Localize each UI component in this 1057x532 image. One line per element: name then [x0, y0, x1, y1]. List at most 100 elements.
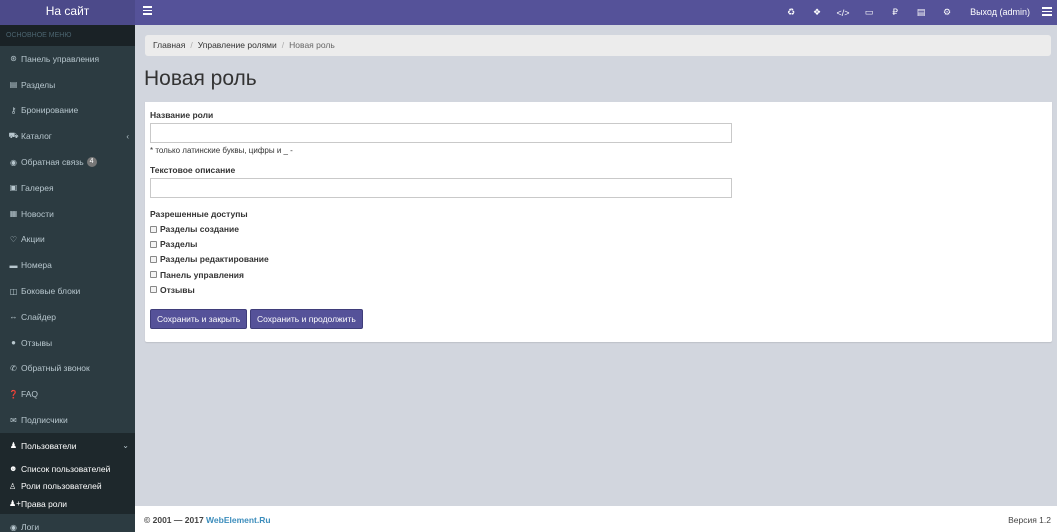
newspaper-icon: ▦ — [9, 209, 18, 219]
monitor-icon[interactable]: ▭ — [858, 0, 880, 25]
file-icon[interactable]: ▤ — [910, 0, 932, 25]
sidebar-item[interactable]: ◉ Обратная связь 4 — [0, 149, 135, 175]
sidebar-subitem[interactable]: ♟+ Права роли — [0, 495, 135, 513]
sidebar-toggle-icon[interactable] — [143, 6, 152, 16]
chevron-icon: ‹ — [126, 131, 129, 141]
role-name-input[interactable] — [150, 123, 732, 143]
save-close-button[interactable]: Сохранить и закрыть — [150, 309, 248, 329]
user-secret-icon: ♙ — [9, 481, 17, 491]
sidebar-item-label: Пользователи — [21, 440, 77, 451]
sidebar-item[interactable]: ♡ Акции — [0, 227, 135, 253]
sidebar-subitem[interactable]: ♙ Роли пользователей — [0, 477, 135, 495]
sidebar-item[interactable]: ▣ Галерея — [0, 175, 135, 201]
sidebar-item[interactable]: ▬ Номера — [0, 252, 135, 278]
sidebar-item-label: Обратный звонок — [21, 363, 90, 374]
sidebar-header: ОСНОВНОЕ МЕНЮ — [0, 25, 135, 46]
sidebar-item[interactable]: ✆ Обратный звонок — [0, 356, 135, 382]
role-name-hint: * только латинские буквы, цифры и _ - — [150, 146, 293, 155]
top-navbar: На сайт ♻ ❖ </> ▭ ₽ ▤ ⚙ Выход (admin) — [0, 0, 1057, 25]
permission-checkbox-row[interactable]: Разделы — [150, 239, 197, 249]
sidebar-subitem[interactable]: ☻ Список пользователей — [0, 460, 135, 478]
sidebar-item-label: Разделы — [21, 79, 56, 90]
user-icon: ♟ — [9, 441, 18, 451]
permission-label: Разделы создание — [160, 224, 239, 234]
sidebar-item[interactable]: ◉ Логи — [0, 514, 135, 532]
blocks-icon: ◫ — [9, 286, 18, 296]
role-form: Название роли * только латинские буквы, … — [145, 100, 1052, 342]
sidebar-item[interactable]: ◫ Боковые блоки — [0, 278, 135, 304]
sidebar-submenu: ☻ Список пользователей ♙ Роли пользователей… — [0, 458, 135, 515]
sidebar-item-label: Боковые блоки — [21, 286, 81, 297]
comments-icon: ◉ — [10, 157, 17, 167]
sidebar-item[interactable]: ▦ Новости — [0, 201, 135, 227]
sidebar-item[interactable]: ▤ Разделы — [0, 72, 135, 98]
sidebar-item-label: Панель управления — [21, 53, 100, 64]
footer: © 2001 — 2017 WebElement.Ru Версия 1.2 — [135, 505, 1057, 532]
phone-icon: ✆ — [10, 363, 17, 373]
description-input[interactable] — [150, 178, 732, 198]
sidebar-subitem-label: Права роли — [21, 498, 68, 509]
sidebar-item[interactable]: ↔ Слайдер — [0, 304, 135, 330]
sidebar-item-label: Слайдер — [21, 311, 56, 322]
permission-checkbox-row[interactable]: Отзывы — [150, 285, 195, 295]
site-link[interactable]: На сайт — [0, 0, 135, 25]
cubes-icon[interactable]: ❖ — [806, 0, 828, 25]
breadcrumb-home[interactable]: Главная — [153, 40, 185, 50]
sidebar-item-label: Новости — [21, 208, 54, 219]
cart-icon: ⛟ — [8, 131, 19, 141]
permissions-label: Разрешенные доступы — [150, 209, 248, 219]
logout-link[interactable]: Выход (admin) — [970, 0, 1030, 25]
heart-icon: ♡ — [9, 234, 18, 244]
permission-checkbox[interactable] — [150, 225, 157, 233]
breadcrumb: Главная / Управление ролями / Новая роль — [145, 35, 1051, 56]
sidebar-item[interactable]: ● Отзывы — [0, 330, 135, 356]
envelope-icon: ✉ — [10, 415, 17, 425]
sidebar-item-label: Галерея — [21, 182, 54, 193]
users-icon: ☻ — [9, 464, 18, 473]
user-plus-icon: ♟+ — [9, 499, 21, 508]
page-title: Новая роль — [144, 67, 257, 90]
sidebar-item[interactable]: ⚷ Бронирование — [0, 98, 135, 124]
role-name-label: Название роли — [150, 110, 214, 120]
eye-icon: ◉ — [10, 522, 17, 532]
sidebar-item-label: FAQ — [21, 389, 39, 400]
permission-label: Панель управления — [160, 269, 244, 280]
image-icon: ▣ — [9, 183, 18, 193]
permission-checkbox[interactable] — [150, 271, 157, 279]
permission-checkbox[interactable] — [150, 240, 157, 248]
sidebar-item-label: Номера — [21, 260, 52, 271]
sidebar-item-label: Обратная связь — [21, 157, 84, 168]
sidebar-item[interactable]: ⊛ Панель управления — [0, 46, 135, 72]
refresh-icon[interactable]: ♻ — [780, 0, 802, 25]
sidebar-item-label: Отзывы — [21, 337, 53, 348]
sidebar-item[interactable]: ♟ Пользователи ⌄ — [0, 432, 135, 459]
permission-checkbox[interactable] — [150, 286, 157, 294]
sidebar-item-label: Бронирование — [21, 105, 79, 116]
comment-icon: ● — [11, 338, 16, 348]
sidebar-subitem-label: Список пользователей — [21, 463, 111, 474]
sidebar-item[interactable]: ❓ FAQ — [0, 381, 135, 407]
ruble-icon[interactable]: ₽ — [884, 0, 906, 25]
sidebar-item-label: Логи — [21, 522, 40, 532]
question-icon: ❓ — [8, 389, 19, 399]
sidebar-item-label: Акции — [21, 234, 45, 245]
permission-checkbox[interactable] — [150, 255, 157, 263]
breadcrumb-parent[interactable]: Управление ролями — [198, 40, 277, 50]
description-label: Текстовое описание — [150, 165, 236, 175]
sidebar-item-label: Каталог — [21, 131, 52, 142]
permission-checkbox-row[interactable]: Разделы создание — [150, 224, 239, 234]
breadcrumb-separator: / — [190, 40, 193, 50]
menu-icon[interactable] — [1042, 7, 1052, 18]
count-badge: 4 — [86, 157, 97, 168]
file-icon: ▤ — [9, 80, 18, 90]
sidebar-subitem-label: Роли пользователей — [21, 481, 102, 491]
sidebar-item[interactable]: ✉ Подписчики — [0, 407, 135, 433]
footer-brand-link[interactable]: WebElement.Ru — [206, 515, 271, 525]
cogs-icon[interactable]: ⚙ — [936, 0, 958, 25]
code-icon[interactable]: </> — [832, 0, 854, 25]
sidebar-item[interactable]: ⛟ Каталог ‹ — [0, 123, 135, 149]
permission-checkbox-row[interactable]: Разделы редактирование — [150, 254, 269, 264]
permission-checkbox-row[interactable]: Панель управления — [150, 270, 244, 280]
bed-icon: ▬ — [9, 260, 18, 270]
save-continue-button[interactable]: Сохранить и продолжить — [250, 309, 363, 329]
